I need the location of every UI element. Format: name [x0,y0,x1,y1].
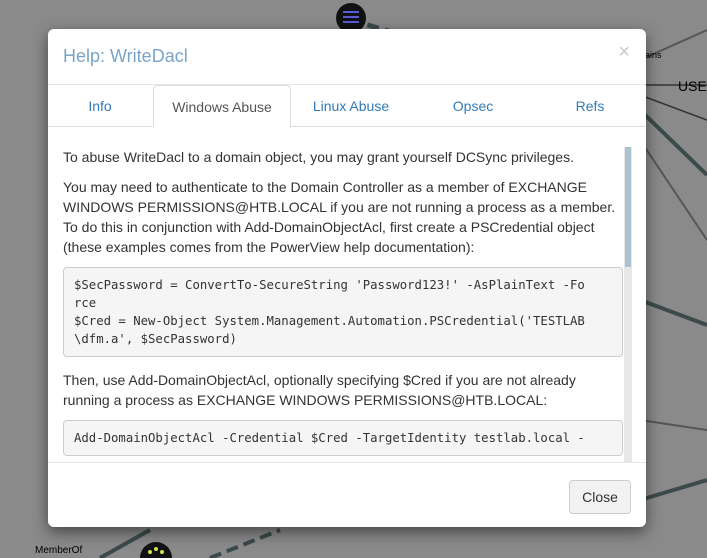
tab-opsec[interactable]: Opsec [411,85,535,127]
content-scrollbar[interactable] [624,147,632,463]
graph-edge-label: ains [645,50,662,60]
graph-edge-label-memberof: MemberOf [35,545,83,556]
modal-header: Help: WriteDacl × [48,29,646,85]
code-block-add-acl: Add-DomainObjectAcl -Credential $Cred -T… [63,420,623,456]
code-block-pscredential: $SecPassword = ConvertTo-SecureString 'P… [63,267,623,357]
tab-content-windows-abuse[interactable]: To abuse WriteDacl to a domain object, y… [48,147,646,463]
modal-title: Help: WriteDacl [63,46,188,66]
tab-refs[interactable]: Refs [535,85,645,127]
close-button[interactable]: Close [569,480,631,514]
paragraph-intro: To abuse WriteDacl to a domain object, y… [63,149,574,165]
tab-windows-abuse[interactable]: Windows Abuse [153,85,291,128]
tab-linux-abuse[interactable]: Linux Abuse [291,85,411,127]
graph-node-label-user: USER [678,78,707,94]
scrollbar-thumb[interactable] [625,147,631,267]
tab-info[interactable]: Info [48,85,152,127]
paragraph-authenticate: You may need to authenticate to the Doma… [63,179,616,255]
modal-footer: Close [48,462,646,527]
tab-bar: Info Windows Abuse Linux Abuse Opsec Ref… [48,85,646,128]
close-icon[interactable]: × [618,42,630,62]
help-modal: Help: WriteDacl × Info Windows Abuse Lin… [48,29,646,527]
paragraph-add-acl: Then, use Add-DomainObjectAcl, optionall… [63,372,576,408]
